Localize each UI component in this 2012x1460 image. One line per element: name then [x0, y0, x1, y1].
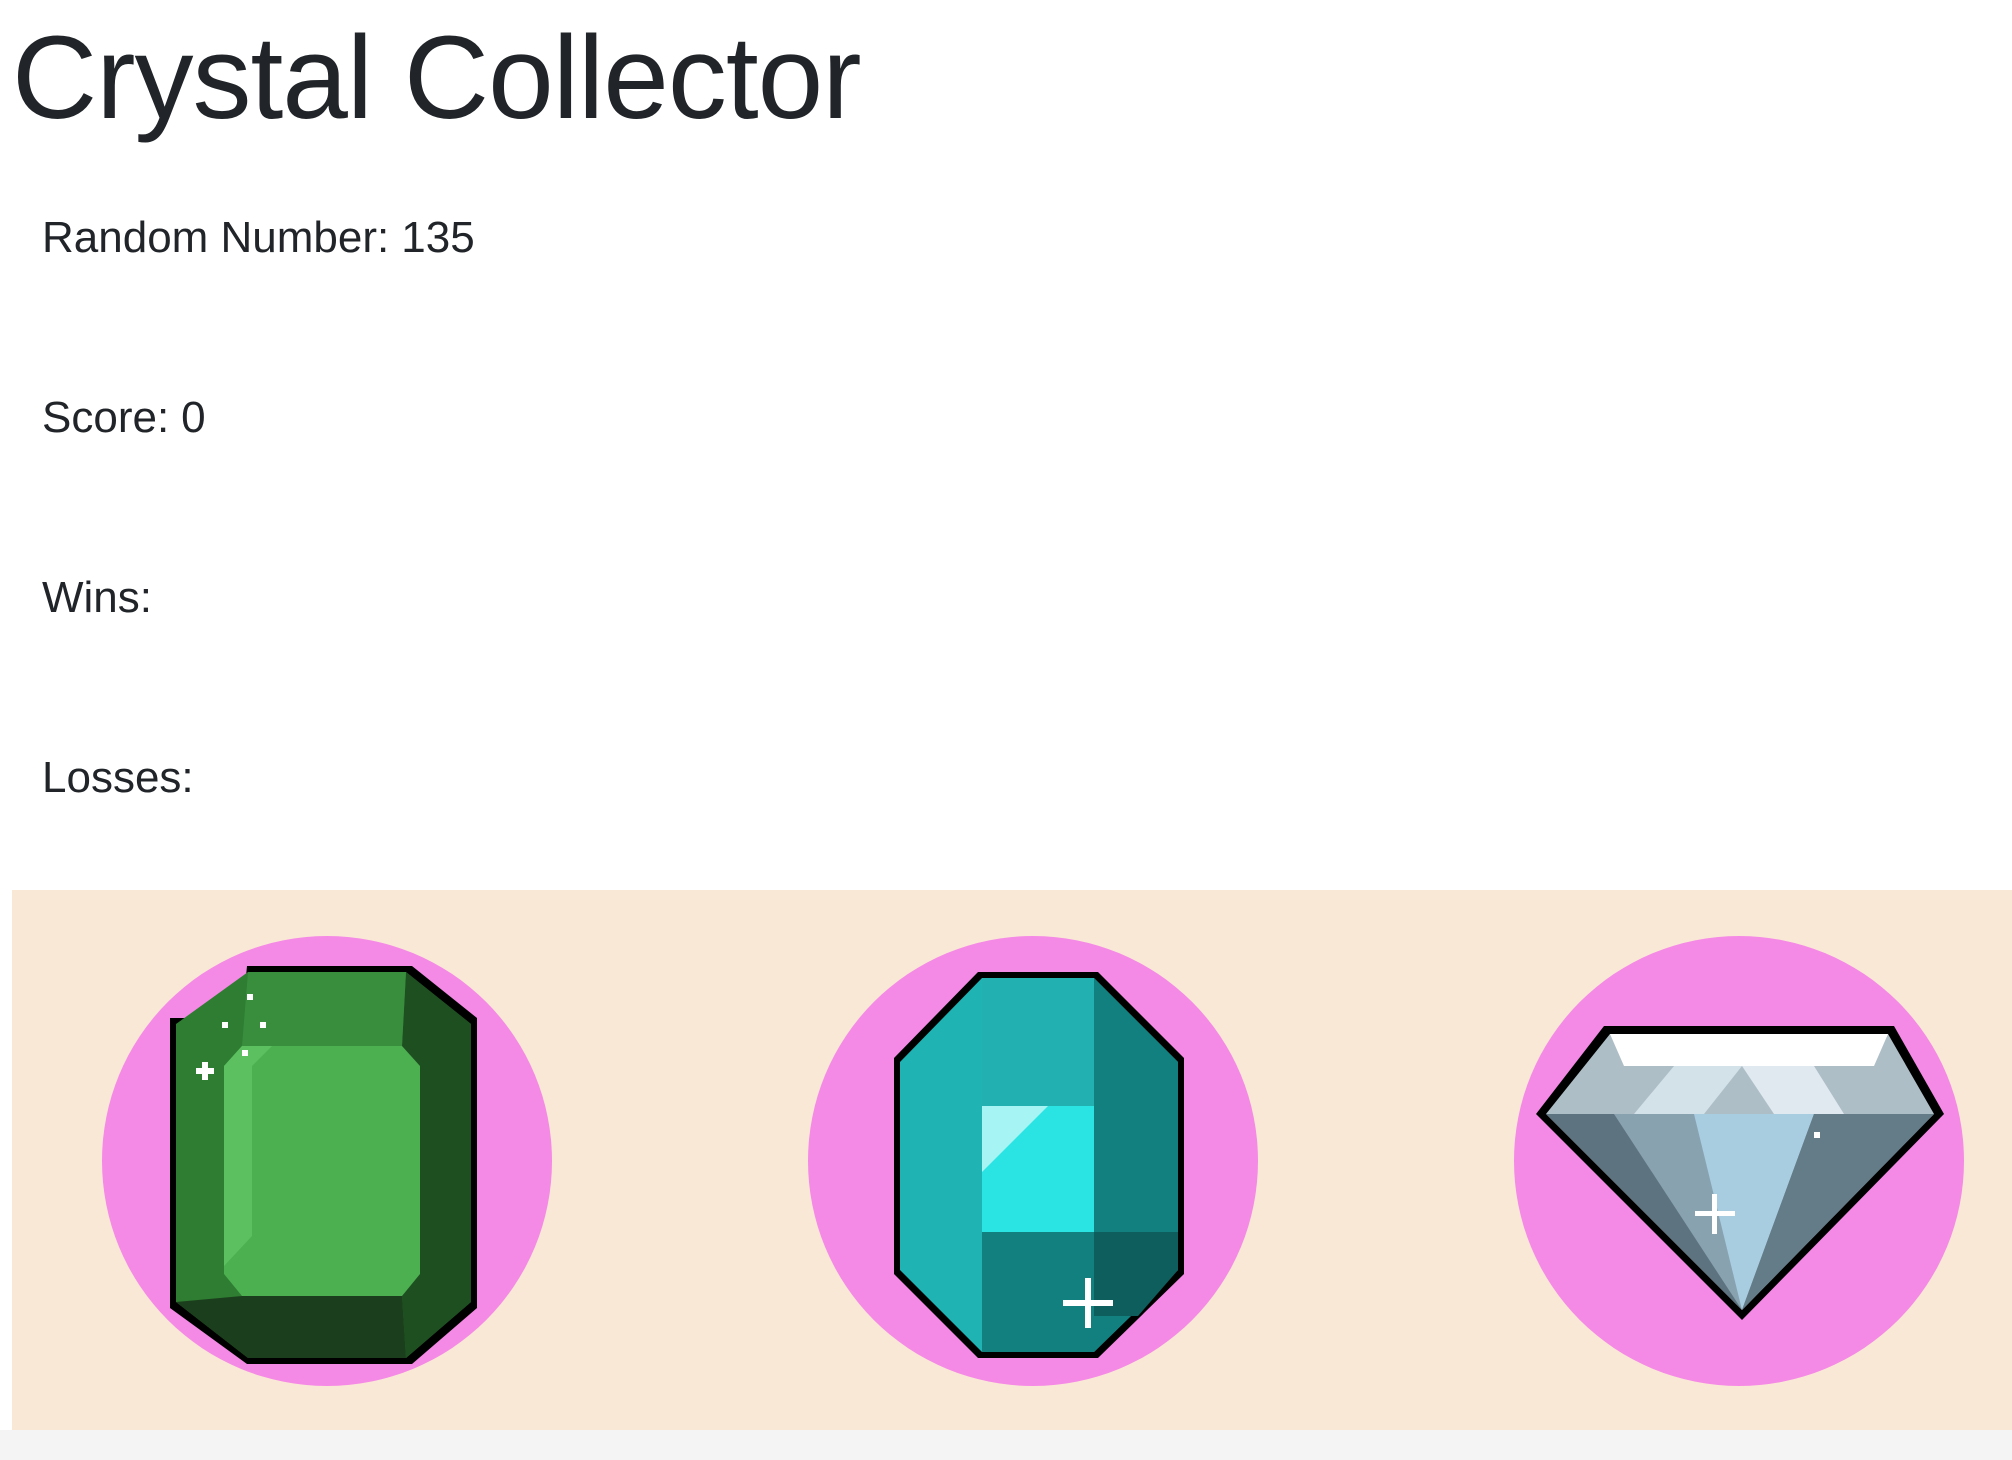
score-value: 0 [181, 393, 206, 442]
page-footer-shade [0, 1430, 2012, 1460]
score-label: Score: [42, 393, 170, 442]
green-emerald-icon [170, 966, 477, 1364]
diamond-icon [1536, 1026, 1944, 1320]
wins-label: Wins: [42, 573, 152, 622]
wins-display: Wins: [42, 570, 164, 626]
losses-label: Losses: [42, 753, 194, 802]
crystal-area [12, 890, 2012, 1430]
score-display: Score: 0 [42, 390, 206, 446]
crystal-button-diamond[interactable] [1514, 936, 1964, 1386]
crystal-button-emerald[interactable] [102, 936, 552, 1386]
crystal-button-aquamarine[interactable] [808, 936, 1258, 1386]
page-title: Crystal Collector [12, 12, 862, 144]
random-number-value: 135 [401, 213, 475, 262]
losses-display: Losses: [42, 750, 206, 806]
random-number-display: Random Number: 135 [42, 210, 475, 266]
game-page: Crystal Collector Random Number: 135 Scor… [0, 0, 2012, 1460]
random-number-label: Random Number: [42, 213, 390, 262]
teal-gem-icon [894, 972, 1184, 1358]
